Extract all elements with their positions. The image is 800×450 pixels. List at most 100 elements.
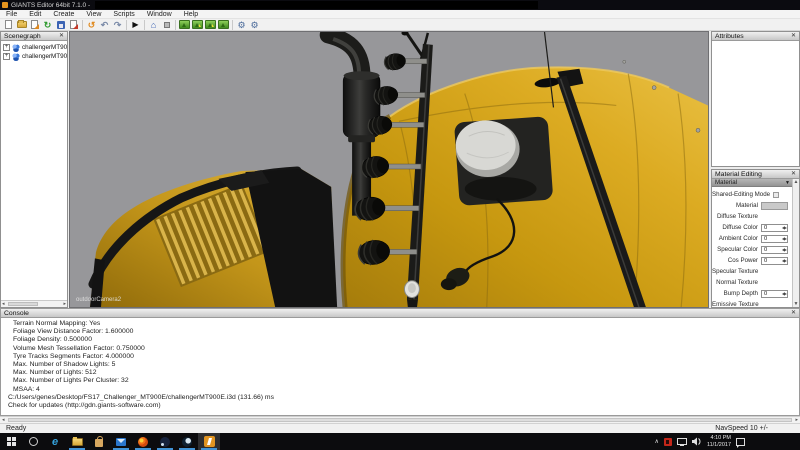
- start-button[interactable]: [0, 433, 22, 450]
- steam-icon: [160, 437, 170, 447]
- material-editing-close-icon[interactable]: ✕: [791, 171, 796, 177]
- shared-editing-checkbox[interactable]: [773, 192, 779, 198]
- attributes-header: Attributes ✕: [712, 32, 799, 41]
- transform-group-icon: [12, 53, 20, 61]
- reload-icon[interactable]: ↻: [41, 19, 54, 31]
- console-hscrollbar[interactable]: ◂ ▸: [0, 416, 800, 423]
- snap-icon[interactable]: [160, 19, 173, 31]
- spinner-icon[interactable]: ◀▶: [782, 291, 787, 296]
- window-title: GIANTS Editor 64bit 7.1.0 -: [11, 2, 90, 9]
- app-icon: [2, 2, 8, 8]
- edge-button[interactable]: e: [44, 433, 66, 450]
- scroll-right-icon[interactable]: ▸: [63, 301, 66, 307]
- scenegraph-panel: Scenegraph ✕ + challengerMT900E + challe…: [0, 31, 68, 308]
- mail-button[interactable]: [110, 433, 132, 450]
- menu-scripts[interactable]: Scripts: [107, 11, 140, 18]
- material-section-bar[interactable]: Material ▼: [712, 179, 793, 187]
- menu-file[interactable]: File: [0, 11, 23, 18]
- material-fields: Shared-Editing Mode Material Diffuse Tex…: [712, 187, 793, 307]
- attributes-title: Attributes: [715, 33, 744, 40]
- scenegraph-header: Scenegraph ✕: [1, 32, 67, 41]
- scenegraph-close-icon[interactable]: ✕: [59, 33, 64, 39]
- menu-edit[interactable]: Edit: [23, 11, 47, 18]
- cortana-button[interactable]: [22, 433, 44, 450]
- terrain-paint-icon[interactable]: [191, 19, 204, 31]
- editor-settings-icon[interactable]: ⚙: [235, 19, 248, 31]
- spinner-icon[interactable]: ◀▶: [782, 236, 787, 241]
- file-explorer-icon: [72, 438, 83, 446]
- attributes-panel: Attributes ✕: [711, 31, 800, 167]
- dark-app-button[interactable]: [176, 433, 198, 450]
- spinner-icon[interactable]: ◀▶: [782, 247, 787, 252]
- tray-expand-icon[interactable]: ∧: [655, 438, 659, 445]
- specular-color-input[interactable]: 0◀▶: [761, 246, 788, 254]
- console-header: Console ✕: [1, 309, 799, 318]
- redo-icon[interactable]: ↷: [111, 19, 124, 31]
- expand-icon[interactable]: +: [3, 53, 10, 60]
- material-swatch[interactable]: [761, 202, 788, 210]
- import-file-icon[interactable]: [28, 19, 41, 31]
- scroll-down-icon[interactable]: ▼: [793, 301, 799, 307]
- taskbar-clock[interactable]: 4:10 PM 11/1/2017: [707, 435, 731, 448]
- scroll-thumb[interactable]: [8, 418, 792, 422]
- speaker-icon[interactable]: [692, 437, 702, 446]
- redacted-area: [95, 1, 538, 9]
- store-button[interactable]: [88, 433, 110, 450]
- file-explorer-button[interactable]: [66, 433, 88, 450]
- bump-depth-input[interactable]: 0◀▶: [761, 290, 788, 298]
- giants-editor-button[interactable]: [198, 433, 220, 450]
- material-editing-panel: Material Editing ✕ Material ▼ ▲ ▼ Shared…: [711, 169, 800, 308]
- giants-editor-icon: [204, 436, 215, 447]
- windows-logo-icon: [7, 437, 16, 446]
- firefox-button[interactable]: [132, 433, 154, 450]
- open-file-icon[interactable]: [15, 19, 28, 31]
- play-icon[interactable]: ▶: [129, 19, 142, 31]
- terrain-info-layer-icon[interactable]: [217, 19, 230, 31]
- spinner-icon[interactable]: ◀▶: [782, 225, 787, 230]
- status-ready: Ready: [0, 425, 715, 432]
- new-file-icon[interactable]: [2, 19, 15, 31]
- console-panel: Console ✕ Terrain Normal Mapping: Yes Fo…: [0, 308, 800, 416]
- system-tray: ∧ 4:10 PM 11/1/2017: [655, 435, 745, 448]
- spinner-icon[interactable]: ◀▶: [782, 258, 787, 263]
- collapse-arrow-icon[interactable]: ▼: [785, 180, 790, 186]
- menu-view[interactable]: View: [80, 11, 107, 18]
- revert-icon[interactable]: ↺: [85, 19, 98, 31]
- menu-window[interactable]: Window: [141, 11, 178, 18]
- export-icon[interactable]: [67, 19, 80, 31]
- terrain-sculpt-icon[interactable]: [178, 19, 191, 31]
- attributes-close-icon[interactable]: ✕: [791, 33, 796, 39]
- scenegraph-hscrollbar[interactable]: ◂ ▸: [1, 300, 67, 307]
- material-vscrollbar[interactable]: ▲ ▼: [792, 179, 799, 307]
- save-icon[interactable]: [54, 19, 67, 31]
- console-close-icon[interactable]: ✕: [791, 310, 796, 316]
- action-center-icon[interactable]: [736, 438, 745, 446]
- network-icon[interactable]: [677, 438, 687, 445]
- frame-selected-icon[interactable]: ⌂: [147, 19, 160, 31]
- menu-help[interactable]: Help: [178, 11, 204, 18]
- menu-create[interactable]: Create: [47, 11, 80, 18]
- ambient-color-input[interactable]: 0◀▶: [761, 235, 788, 243]
- scenegraph-node[interactable]: + challengerMT900E: [3, 43, 67, 52]
- scroll-thumb[interactable]: [8, 302, 38, 306]
- title-bar: GIANTS Editor 64bit 7.1.0 -: [0, 0, 800, 10]
- scenegraph-node[interactable]: + challengerMT900EBack: [3, 52, 67, 61]
- material-editing-header: Material Editing ✕: [712, 170, 799, 179]
- main-area: Scenegraph ✕ + challengerMT900E + challe…: [0, 31, 800, 308]
- diffuse-color-input[interactable]: 0◀▶: [761, 224, 788, 232]
- edge-icon: e: [52, 436, 58, 448]
- viewport-3d[interactable]: outdoorCamera2: [69, 31, 709, 308]
- camera-name-label: outdoorCamera2: [76, 297, 121, 303]
- tray-red-app-icon[interactable]: [664, 438, 672, 446]
- expand-icon[interactable]: +: [3, 44, 10, 51]
- transform-group-icon: [12, 44, 20, 52]
- cos-power-input[interactable]: 0◀▶: [761, 257, 788, 265]
- console-log: Terrain Normal Mapping: Yes Foliage View…: [1, 318, 799, 410]
- scroll-up-icon[interactable]: ▲: [793, 179, 799, 185]
- render-settings-icon[interactable]: ⚙: [248, 19, 261, 31]
- scroll-left-icon[interactable]: ◂: [2, 301, 5, 307]
- firefox-icon: [138, 437, 148, 447]
- steam-button[interactable]: [154, 433, 176, 450]
- terrain-foliage-icon[interactable]: [204, 19, 217, 31]
- undo-icon[interactable]: ↶: [98, 19, 111, 31]
